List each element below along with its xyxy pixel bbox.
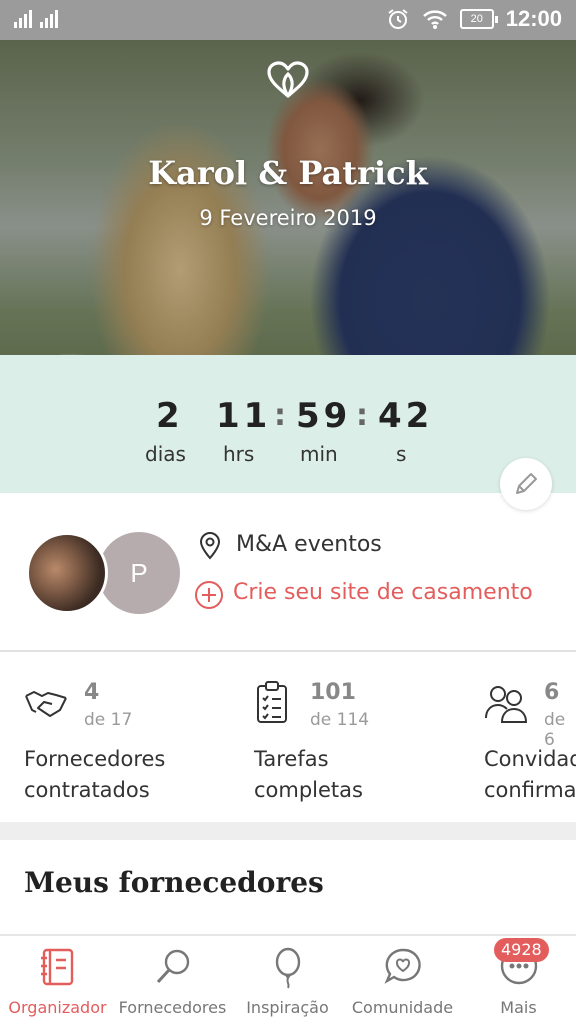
tasks-done-count: 101	[310, 680, 356, 705]
hero-photo: Karol & Patrick 9 Fevereiro 2019	[0, 40, 576, 380]
countdown-hours: 11	[216, 396, 272, 436]
partner-avatar[interactable]: P	[98, 532, 180, 614]
search-icon	[156, 949, 189, 984]
heart-logo-icon	[267, 61, 309, 98]
nav-fornecedores[interactable]: Fornecedores	[115, 936, 230, 1024]
section-separator	[0, 822, 576, 840]
vendor-location[interactable]: M&A eventos	[236, 532, 382, 557]
clock: 12:00	[505, 6, 562, 31]
edit-button[interactable]	[500, 458, 552, 510]
countdown-minutes: 59	[296, 396, 352, 436]
tasks-total: de 114	[310, 710, 370, 730]
guests-icon[interactable]	[482, 678, 530, 726]
signal-icon	[14, 10, 32, 28]
checklist-icon[interactable]	[248, 678, 296, 726]
vendors-hired-label[interactable]: Fornecedores contratados	[24, 744, 165, 806]
countdown-hours-label: hrs	[223, 442, 255, 466]
bottom-nav: Organizador Fornecedores Inspiração Comu…	[0, 934, 576, 1024]
planner-icon	[40, 948, 73, 986]
create-site-link[interactable]: Crie seu site de casamento	[233, 580, 533, 605]
signal-icons	[14, 10, 58, 28]
countdown-seconds: 42	[378, 396, 434, 436]
couple-names: Karol & Patrick	[148, 154, 428, 192]
guests-confirmed-label[interactable]: Convidados confirmados	[484, 744, 576, 806]
nav-inspiracao[interactable]: Inspiração	[230, 936, 345, 1024]
countdown-minutes-label: min	[300, 442, 338, 466]
alarm-icon	[388, 9, 408, 29]
nav-organizador[interactable]: Organizador	[0, 936, 115, 1024]
nav-comunidade[interactable]: Comunidade	[345, 936, 460, 1024]
battery-icon: 20	[459, 9, 498, 29]
balloon-icon	[275, 947, 300, 989]
countdown-seconds-label: s	[396, 442, 407, 466]
vendors-total: de 17	[84, 710, 133, 730]
countdown-wave	[0, 354, 576, 385]
vendors-hired-count: 4	[84, 680, 100, 705]
notification-badge: 4928	[494, 938, 549, 962]
location-pin-icon	[199, 532, 221, 560]
tasks-done-label[interactable]: Tarefas completas	[254, 744, 363, 806]
section-title: Meus fornecedores	[24, 866, 324, 899]
countdown-separator: :	[274, 398, 286, 433]
wifi-icon	[422, 10, 447, 29]
countdown-days: 2	[156, 396, 184, 436]
chat-heart-icon	[383, 948, 421, 984]
signal-icon-2	[40, 10, 58, 28]
countdown-separator: :	[356, 398, 368, 433]
wedding-date: 9 Fevereiro 2019	[199, 206, 377, 230]
pencil-icon	[516, 473, 537, 494]
handshake-icon[interactable]	[22, 678, 70, 726]
add-circle-icon[interactable]	[194, 580, 224, 610]
couple-avatar[interactable]	[26, 532, 108, 614]
divider	[0, 650, 576, 652]
guests-confirmed-count: 6	[544, 680, 560, 705]
status-bar: 20 12:00	[0, 0, 576, 40]
countdown-days-label: dias	[145, 442, 186, 466]
